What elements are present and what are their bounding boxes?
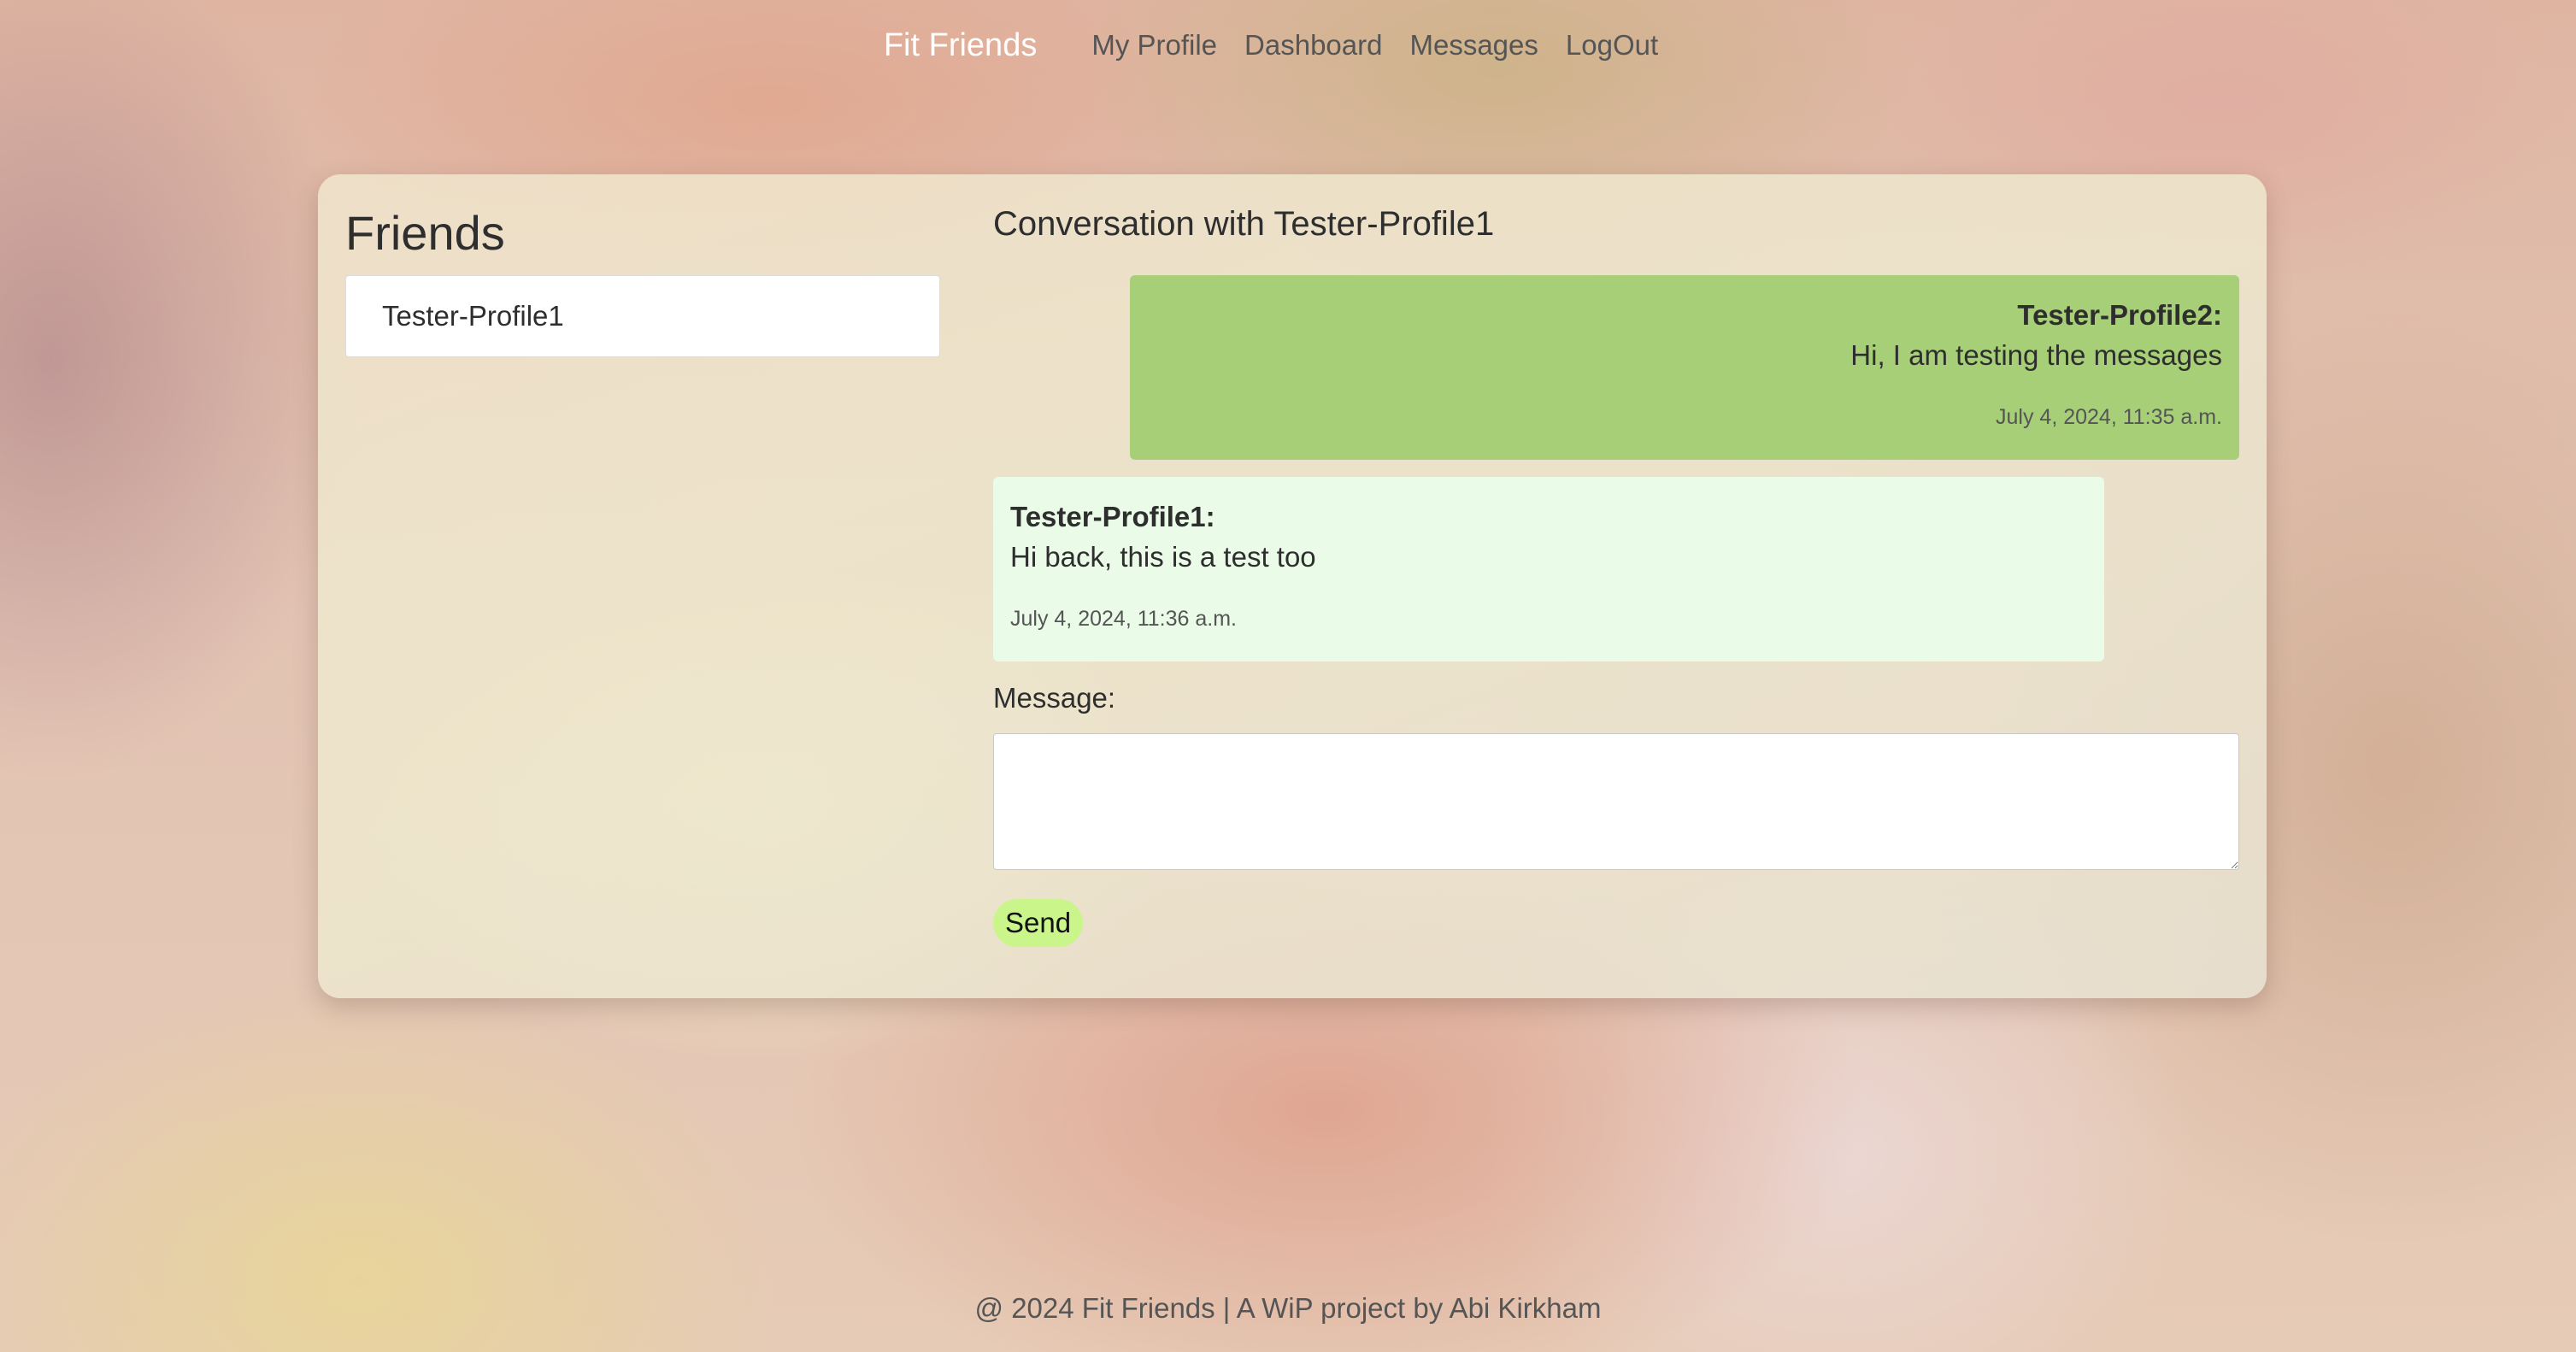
conversation-heading: Conversation with Tester-Profile1	[993, 205, 1495, 243]
message-label: Message:	[993, 682, 1116, 714]
nav-link-logout[interactable]: LogOut	[1566, 29, 1658, 62]
nav-inner: Fit Friends My Profile Dashboard Message…	[884, 27, 1672, 64]
message-text: Hi back, this is a test too	[1010, 541, 1316, 573]
friends-heading: Friends	[345, 206, 505, 260]
message-timestamp: July 4, 2024, 11:35 a.m.	[1996, 405, 2222, 429]
friend-item-tester-profile1[interactable]: Tester-Profile1	[345, 275, 940, 357]
message-input[interactable]	[993, 733, 2239, 870]
footer-text: @ 2024 Fit Friends | A WiP project by Ab…	[974, 1292, 1602, 1324]
message-bubble-received: Tester-Profile1: Hi back, this is a test…	[993, 477, 2104, 661]
send-button[interactable]: Send	[993, 899, 1084, 947]
nav-link-my-profile[interactable]: My Profile	[1091, 29, 1217, 62]
message-sender: Tester-Profile1:	[1010, 501, 1215, 532]
brand-link[interactable]: Fit Friends	[884, 27, 1037, 64]
message-bubble-sent: Tester-Profile2: Hi, I am testing the me…	[1130, 275, 2239, 460]
message-text: Hi, I am testing the messages	[1850, 339, 2222, 371]
message-timestamp: July 4, 2024, 11:36 a.m.	[1010, 607, 1237, 631]
messages-card: Friends Tester-Profile1 Conversation wit…	[318, 174, 2267, 998]
navbar: Fit Friends My Profile Dashboard Message…	[0, 0, 2576, 91]
message-sender: Tester-Profile2:	[2017, 299, 2222, 331]
nav-link-dashboard[interactable]: Dashboard	[1244, 29, 1382, 62]
nav-link-messages[interactable]: Messages	[1409, 29, 1538, 62]
